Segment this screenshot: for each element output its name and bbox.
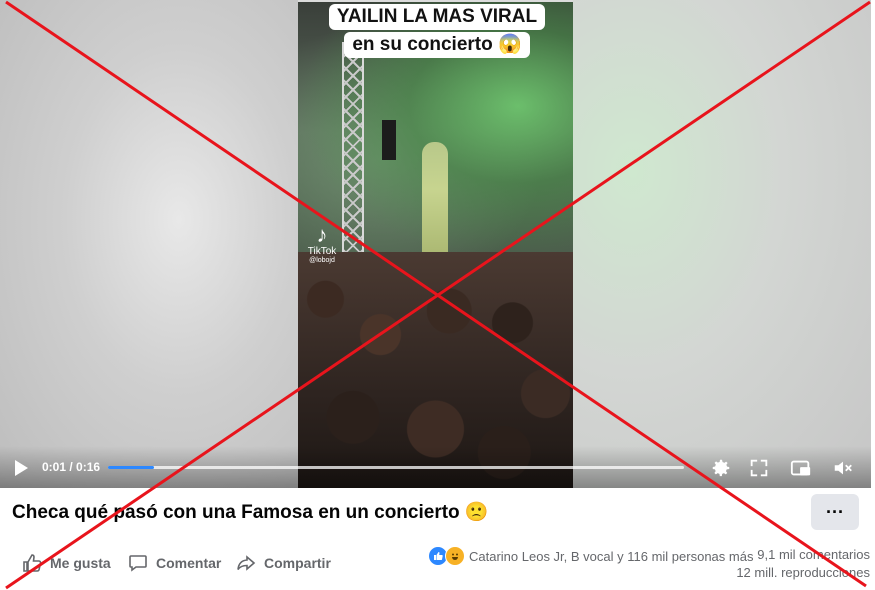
play-icon[interactable] xyxy=(12,459,30,477)
tiktok-watermark: ♪ TikTok @lobojd xyxy=(302,222,342,265)
video-blur-backdrop-right xyxy=(573,0,871,488)
comments-count-text: 9,1 mil comentarios xyxy=(757,547,870,562)
video-controls: 0:01 / 0:16 xyxy=(0,446,871,488)
volume-muted-icon[interactable] xyxy=(832,457,854,479)
post-stats: 9,1 mil comentarios 12 mill. reproduccio… xyxy=(720,546,870,582)
post-title: Checa qué pasó con una Famosa en un conc… xyxy=(12,502,489,523)
video-caption-line-1: YAILIN LA MAS VIRAL xyxy=(328,4,546,30)
comment-label: Comentar xyxy=(156,555,222,571)
progress-bar[interactable] xyxy=(108,466,684,469)
video-caption: YAILIN LA MAS VIRAL en su concierto 😱 xyxy=(326,4,548,60)
video-caption-line-2: en su concierto 😱 xyxy=(344,32,530,58)
haha-reaction-icon xyxy=(445,546,465,566)
reactions-summary[interactable]: Catarino Leos Jr, B vocal y 116 mil pers… xyxy=(428,546,753,566)
video-frame[interactable]: YAILIN LA MAS VIRAL en su concierto 😱 ♪ … xyxy=(298,2,573,488)
video-player[interactable]: YAILIN LA MAS VIRAL en su concierto 😱 ♪ … xyxy=(0,0,871,488)
fullscreen-icon[interactable] xyxy=(748,457,770,479)
tiktok-handle: @lobojd xyxy=(309,257,335,264)
more-options-button[interactable]: ··· xyxy=(811,494,859,530)
comments-count[interactable]: 9,1 mil comentarios xyxy=(720,546,870,564)
comment-button[interactable]: Comentar xyxy=(128,552,221,574)
comment-icon xyxy=(129,555,147,572)
reactions-text: Catarino Leos Jr, B vocal y 116 mil pers… xyxy=(469,548,754,564)
stage-speaker xyxy=(382,120,396,160)
stage-truss xyxy=(342,42,364,252)
progress-fill xyxy=(108,466,155,469)
tiktok-icon: ♪ xyxy=(316,222,328,247)
picture-in-picture-icon[interactable] xyxy=(790,457,812,479)
share-button[interactable]: Compartir xyxy=(236,552,331,574)
like-label: Me gusta xyxy=(50,555,111,571)
like-button[interactable]: Me gusta xyxy=(22,552,111,574)
views-count: 12 mill. reproducciones xyxy=(736,565,870,580)
performer-figure xyxy=(422,142,448,260)
tiktok-brand: TikTok xyxy=(307,246,337,257)
share-icon xyxy=(237,555,256,571)
video-blur-backdrop-left xyxy=(0,0,298,488)
settings-icon[interactable] xyxy=(710,457,732,479)
time-readout: 0:01 / 0:16 xyxy=(42,460,101,474)
share-label: Compartir xyxy=(264,555,331,571)
thumbs-up-icon xyxy=(23,554,42,572)
